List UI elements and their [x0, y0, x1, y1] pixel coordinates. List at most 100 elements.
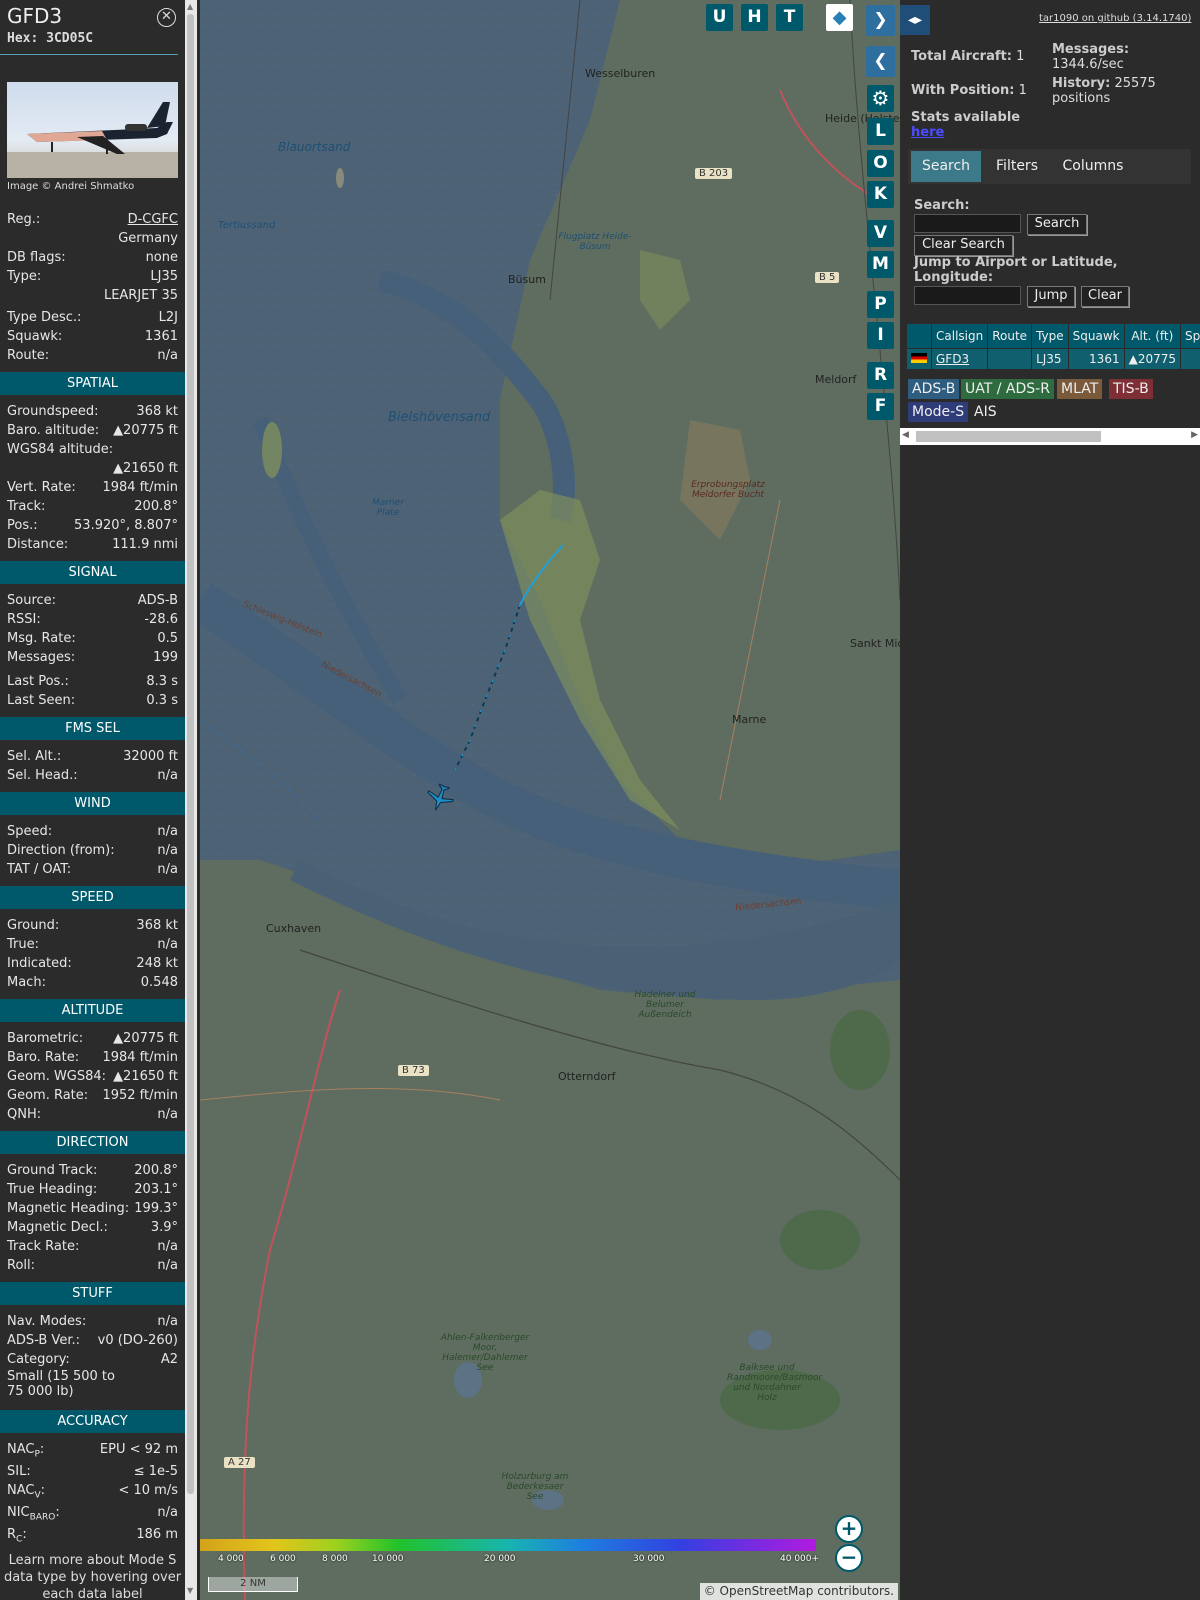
col-route[interactable]: Route	[987, 323, 1033, 349]
tab-columns[interactable]: Columns	[1053, 151, 1133, 182]
zoom-out-button[interactable]: −	[835, 1544, 863, 1572]
row-type: LJ35	[1031, 348, 1069, 370]
zoom-in-button[interactable]: +	[835, 1515, 863, 1543]
jump-input[interactable]	[914, 286, 1021, 305]
selected-callsign: GFD3	[7, 4, 63, 28]
stat-messages: Messages: 1344.6/sec	[1052, 42, 1130, 72]
settings-button[interactable]: ⚙	[867, 85, 894, 112]
search-input[interactable]	[914, 214, 1021, 233]
col-type[interactable]: Type	[1031, 323, 1069, 349]
map-button-l[interactable]: L	[867, 118, 894, 145]
scroll-left-icon[interactable]: ◀	[902, 430, 909, 440]
source-ais-badge: AIS	[974, 404, 997, 420]
map-button-f[interactable]: F	[867, 393, 894, 420]
info-type-name: LEARJET 35	[103, 288, 178, 303]
section-speed: SPEED	[0, 886, 185, 909]
map-button-o[interactable]: O	[867, 150, 894, 177]
place-label: Hadelner und Belumer Außendeich	[634, 990, 696, 1020]
aircraft-photo[interactable]	[7, 82, 178, 178]
osm-link[interactable]: OpenStreetMap	[720, 1584, 814, 1598]
collapse-sidebar-button[interactable]: ❮	[866, 46, 895, 77]
map-button-i[interactable]: I	[867, 322, 894, 349]
source-modes-badge: Mode-S	[908, 402, 969, 422]
info-nav-modes: Nav. Modes: n/a	[7, 1314, 178, 1329]
map-button-p[interactable]: P	[867, 291, 894, 318]
info-header: GFD3 Hex: 3CD05C ✕	[0, 0, 178, 55]
clear-search-button[interactable]: Clear Search	[914, 235, 1013, 256]
info-country: Germany	[118, 231, 178, 246]
stat-total-aircraft: Total Aircraft: 1	[911, 49, 1025, 64]
tab-search[interactable]: Search	[911, 151, 981, 182]
info-position: Pos.: 53.920°, 8.807°	[7, 518, 178, 533]
place-label: Marner Plate	[372, 498, 404, 518]
tab-filters[interactable]: Filters	[982, 151, 1052, 182]
scroll-down-icon[interactable]: ▼	[187, 1586, 193, 1595]
row-callsign[interactable]: GFD3	[930, 348, 989, 370]
info-rc: RC: 186 m	[7, 1527, 178, 1545]
scroll-up-icon[interactable]: ▲	[187, 2, 193, 11]
info-baro-rate: Baro. Rate: 1984 ft/min	[7, 1050, 178, 1065]
row-alt: ▲20775	[1123, 348, 1182, 370]
expand-sidebar-button[interactable]: ❯	[866, 5, 895, 36]
arrows-left-right-icon: ◂▸	[907, 12, 923, 28]
map-button-v[interactable]: V	[867, 220, 894, 247]
col-squawk[interactable]: Squawk	[1067, 323, 1125, 349]
map-button-u[interactable]: U	[706, 4, 733, 31]
registration-link[interactable]: D-CGFC	[128, 210, 178, 229]
map-button-m[interactable]: M	[867, 251, 894, 278]
info-category-desc: Small (15 500 to 75 000 lb)	[7, 1369, 115, 1399]
stats-link[interactable]: here	[911, 125, 944, 140]
aircraft-marker[interactable]	[425, 783, 455, 813]
info-track-rate: Track Rate: n/a	[7, 1239, 178, 1254]
flag-germany-icon	[906, 348, 932, 370]
row-spd	[1180, 348, 1200, 370]
map-canvas[interactable]: Wesselburen Heide (Holstein) Blauortsand…	[200, 0, 900, 1600]
table-scrollbar-thumb[interactable]	[916, 431, 1101, 442]
info-true-heading: True Heading: 203.1°	[7, 1182, 178, 1197]
col-spd[interactable]: Spd	[1180, 323, 1200, 349]
section-accuracy: ACCURACY	[0, 1410, 185, 1433]
row-squawk: 1361	[1067, 348, 1125, 370]
info-panel-scrollbar[interactable]: ▲ ▼	[185, 0, 197, 1600]
search-button[interactable]: Search	[1027, 214, 1087, 235]
info-track: Track: 200.8°	[7, 499, 178, 514]
github-link[interactable]: tar1090 on github (3.14.1740)	[1039, 13, 1191, 24]
chevron-left-icon: ❮	[873, 51, 888, 71]
altitude-color-legend	[200, 1539, 816, 1551]
info-mach: Mach: 0.548	[7, 975, 178, 990]
section-signal: SIGNAL	[0, 561, 185, 584]
map-button-t[interactable]: T	[776, 4, 803, 31]
info-geom-rate: Geom. Rate: 1952 ft/min	[7, 1088, 178, 1103]
info-type: Type: LJ35	[7, 269, 178, 284]
legend-label: 6 000	[270, 1554, 296, 1564]
selected-hex: Hex: 3CD05C	[7, 31, 94, 46]
info-wind-dir: Direction (from): n/a	[7, 843, 178, 858]
map-button-k[interactable]: K	[867, 181, 894, 208]
info-category: Category: A2	[7, 1352, 178, 1367]
info-msg-rate: Msg. Rate: 0.5	[7, 631, 178, 646]
map-button-h[interactable]: H	[741, 4, 768, 31]
table-horizontal-scrollbar[interactable]: ◀ ▶	[900, 428, 1200, 445]
info-distance: Distance: 111.9 nmi	[7, 537, 178, 552]
info-reg: Reg.: D-CGFC	[7, 210, 178, 229]
col-alt[interactable]: Alt. (ft)	[1123, 323, 1182, 349]
legend-label: 40 000+	[780, 1554, 820, 1564]
clear-button[interactable]: Clear	[1081, 286, 1129, 307]
info-roll: Roll: n/a	[7, 1258, 178, 1273]
road-shield: B 203	[695, 168, 733, 179]
close-icon: ✕	[161, 9, 172, 24]
table-row[interactable]: GFD3 LJ35 1361 ▲20775	[906, 348, 1200, 370]
toggle-sidebar-button[interactable]: ◂▸	[900, 5, 930, 35]
layers-button[interactable]: ◆	[826, 4, 853, 31]
scrollbar-thumb[interactable]	[187, 14, 194, 1494]
scroll-right-icon[interactable]: ▶	[1191, 430, 1198, 440]
place-label: Balksee und Randmoore/Basmoor und Nordah…	[727, 1363, 823, 1403]
place-label: Wesselburen	[585, 67, 656, 80]
place-label: Holzurburg am Bederkesaer See	[501, 1472, 569, 1502]
close-info-button[interactable]: ✕	[157, 8, 176, 27]
map-button-r[interactable]: R	[867, 362, 894, 389]
info-vert-rate: Vert. Rate: 1984 ft/min	[7, 480, 178, 495]
jump-button[interactable]: Jump	[1027, 286, 1075, 307]
col-callsign[interactable]: Callsign	[930, 323, 989, 349]
info-last-seen: Last Seen: 0.3 s	[7, 693, 178, 708]
